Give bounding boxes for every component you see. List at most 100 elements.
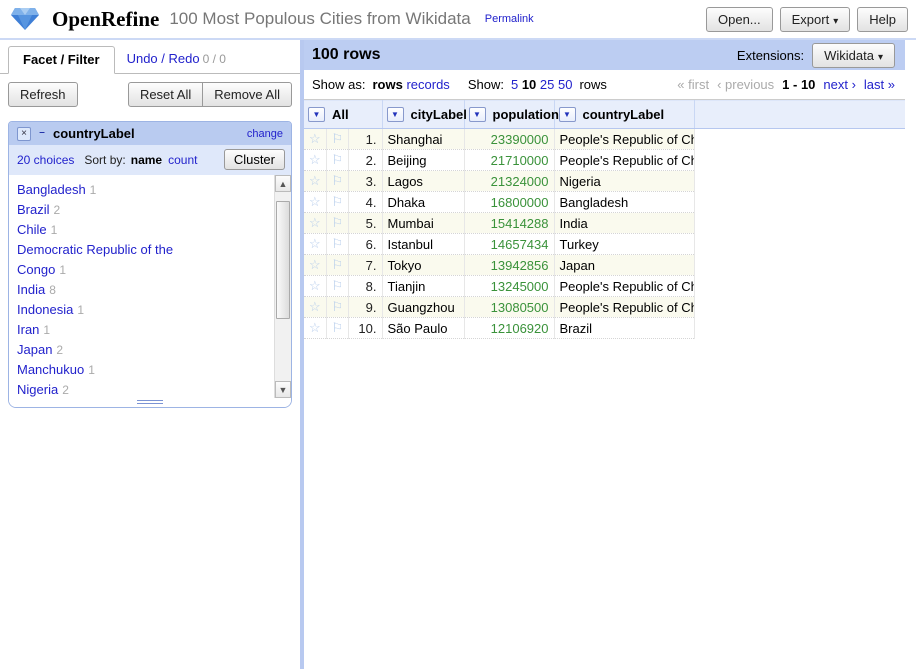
reset-all-button[interactable]: Reset All bbox=[128, 82, 203, 107]
facet-choice[interactable]: Nigeria2 bbox=[17, 380, 197, 398]
cell-citylabel[interactable]: Tianjin bbox=[382, 276, 464, 297]
facet-choice[interactable]: Bangladesh1 bbox=[17, 180, 197, 200]
flag-cell[interactable]: ⚐ bbox=[326, 150, 348, 171]
cell-citylabel[interactable]: Shanghai bbox=[382, 129, 464, 150]
facet-choice[interactable]: Manchukuo1 bbox=[17, 360, 197, 380]
facet-change-link[interactable]: change bbox=[247, 128, 283, 140]
star-cell[interactable]: ☆ bbox=[304, 150, 326, 171]
show-as-rows[interactable]: rows bbox=[372, 77, 402, 92]
facet-choice-label[interactable]: Japan bbox=[17, 342, 52, 357]
facet-choice[interactable]: Indonesia1 bbox=[17, 300, 197, 320]
scroll-up-icon[interactable]: ▲ bbox=[275, 175, 291, 192]
permalink-link[interactable]: Permalink bbox=[485, 13, 534, 25]
flag-icon[interactable]: ⚐ bbox=[332, 194, 344, 209]
remove-all-button[interactable]: Remove All bbox=[202, 82, 292, 107]
star-icon[interactable]: ☆ bbox=[309, 215, 321, 230]
export-button[interactable]: Export▾ bbox=[780, 7, 851, 32]
flag-cell[interactable]: ⚐ bbox=[326, 276, 348, 297]
cell-citylabel[interactable]: São Paulo bbox=[382, 318, 464, 339]
star-icon[interactable]: ☆ bbox=[309, 257, 321, 272]
cell-population[interactable]: 15414288 bbox=[464, 213, 554, 234]
facet-choice[interactable]: Democratic Republic of the Congo1 bbox=[17, 240, 197, 280]
facet-choice-label[interactable]: India bbox=[17, 282, 45, 297]
cell-population[interactable]: 21710000 bbox=[464, 150, 554, 171]
cell-population[interactable]: 16800000 bbox=[464, 192, 554, 213]
countrylabel-column-menu-icon[interactable]: ▼ bbox=[559, 107, 576, 122]
cell-citylabel[interactable]: Tokyo bbox=[382, 255, 464, 276]
tab-facet-filter[interactable]: Facet / Filter bbox=[8, 46, 115, 74]
star-cell[interactable]: ☆ bbox=[304, 192, 326, 213]
star-cell[interactable]: ☆ bbox=[304, 297, 326, 318]
cell-countrylabel[interactable]: Turkey bbox=[554, 234, 694, 255]
facet-close-icon[interactable]: × bbox=[17, 127, 31, 141]
flag-icon[interactable]: ⚐ bbox=[332, 236, 344, 251]
cell-citylabel[interactable]: Istanbul bbox=[382, 234, 464, 255]
flag-cell[interactable]: ⚐ bbox=[326, 129, 348, 150]
cell-citylabel[interactable]: Beijing bbox=[382, 150, 464, 171]
tab-undo-redo[interactable]: Undo / Redo0 / 0 bbox=[115, 46, 238, 73]
refresh-button[interactable]: Refresh bbox=[8, 82, 78, 107]
all-column-menu-icon[interactable]: ▼ bbox=[308, 107, 325, 122]
pagination-previous[interactable]: ‹ previous bbox=[717, 77, 774, 92]
facet-choice-label[interactable]: Chile bbox=[17, 222, 47, 237]
cell-population[interactable]: 13245000 bbox=[464, 276, 554, 297]
cell-countrylabel[interactable]: Nigeria bbox=[554, 171, 694, 192]
page-size-5[interactable]: 5 bbox=[511, 77, 518, 92]
flag-icon[interactable]: ⚐ bbox=[332, 278, 344, 293]
citylabel-column-menu-icon[interactable]: ▼ bbox=[387, 107, 404, 122]
facet-choice-label[interactable]: Manchukuo bbox=[17, 362, 84, 377]
facet-choice-label[interactable]: Democratic Republic of the Congo bbox=[17, 242, 173, 277]
cell-population[interactable]: 13942856 bbox=[464, 255, 554, 276]
facet-scrollbar[interactable]: ▲ ▼ bbox=[274, 175, 291, 398]
cell-citylabel[interactable]: Lagos bbox=[382, 171, 464, 192]
cell-countrylabel[interactable]: People's Republic of China bbox=[554, 276, 694, 297]
cell-countrylabel[interactable]: People's Republic of China bbox=[554, 129, 694, 150]
scroll-down-icon[interactable]: ▼ bbox=[275, 381, 291, 398]
cell-population[interactable]: 23390000 bbox=[464, 129, 554, 150]
star-icon[interactable]: ☆ bbox=[309, 236, 321, 251]
facet-sort-by-name[interactable]: name bbox=[131, 153, 162, 167]
facet-choice-label[interactable]: Bangladesh bbox=[17, 182, 86, 197]
facet-resize-area[interactable] bbox=[9, 398, 291, 407]
facet-choice-label[interactable]: Indonesia bbox=[17, 302, 73, 317]
star-icon[interactable]: ☆ bbox=[309, 131, 321, 146]
star-icon[interactable]: ☆ bbox=[309, 320, 321, 335]
scroll-thumb[interactable] bbox=[276, 201, 290, 319]
facet-choice[interactable]: Brazil2 bbox=[17, 200, 197, 220]
star-cell[interactable]: ☆ bbox=[304, 171, 326, 192]
star-icon[interactable]: ☆ bbox=[309, 299, 321, 314]
flag-cell[interactable]: ⚐ bbox=[326, 234, 348, 255]
flag-icon[interactable]: ⚐ bbox=[332, 173, 344, 188]
star-icon[interactable]: ☆ bbox=[309, 152, 321, 167]
star-cell[interactable]: ☆ bbox=[304, 276, 326, 297]
facet-collapse-icon[interactable]: – bbox=[36, 127, 48, 141]
cell-countrylabel[interactable]: India bbox=[554, 213, 694, 234]
cell-countrylabel[interactable]: Bangladesh bbox=[554, 192, 694, 213]
cell-population[interactable]: 14657434 bbox=[464, 234, 554, 255]
wikidata-extension-button[interactable]: Wikidata▾ bbox=[812, 43, 895, 68]
population-column-menu-icon[interactable]: ▼ bbox=[469, 107, 486, 122]
open-button[interactable]: Open... bbox=[706, 7, 773, 32]
star-icon[interactable]: ☆ bbox=[309, 194, 321, 209]
page-size-10[interactable]: 10 bbox=[522, 77, 536, 92]
flag-cell[interactable]: ⚐ bbox=[326, 255, 348, 276]
flag-icon[interactable]: ⚐ bbox=[332, 257, 344, 272]
star-cell[interactable]: ☆ bbox=[304, 255, 326, 276]
cell-citylabel[interactable]: Guangzhou bbox=[382, 297, 464, 318]
facet-choice-label[interactable]: Nigeria bbox=[17, 382, 58, 397]
cluster-button[interactable]: Cluster bbox=[224, 149, 285, 170]
cell-countrylabel[interactable]: People's Republic of China bbox=[554, 297, 694, 318]
star-cell[interactable]: ☆ bbox=[304, 318, 326, 339]
pagination-first[interactable]: « first bbox=[677, 77, 709, 92]
flag-cell[interactable]: ⚐ bbox=[326, 297, 348, 318]
facet-choices-link[interactable]: 20 choices bbox=[17, 153, 74, 167]
cell-population[interactable]: 12106920 bbox=[464, 318, 554, 339]
star-icon[interactable]: ☆ bbox=[309, 278, 321, 293]
pagination-last[interactable]: last » bbox=[864, 77, 895, 92]
star-icon[interactable]: ☆ bbox=[309, 173, 321, 188]
facet-choice-label[interactable]: Iran bbox=[17, 322, 39, 337]
star-cell[interactable]: ☆ bbox=[304, 129, 326, 150]
star-cell[interactable]: ☆ bbox=[304, 213, 326, 234]
page-size-50[interactable]: 50 bbox=[558, 77, 572, 92]
show-as-records[interactable]: records bbox=[406, 77, 449, 92]
